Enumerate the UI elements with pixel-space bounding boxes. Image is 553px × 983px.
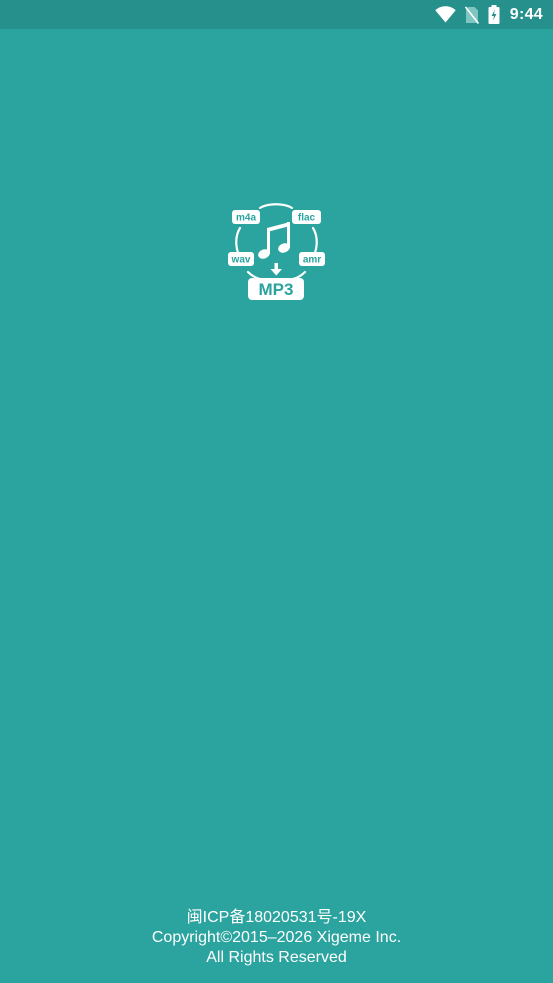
no-sim-icon [464,6,479,24]
format-badge-flac: flac [292,210,321,224]
svg-text:flac: flac [298,213,316,224]
arrow-down-icon [270,263,282,276]
logo-ring-bottom-right [291,270,307,281]
status-icons: 9:44 [435,4,543,25]
status-bar: 9:44 [0,0,553,29]
svg-text:wav: wav [231,255,251,266]
status-time: 9:44 [509,5,543,23]
rights-text: All Rights Reserved [206,949,347,966]
footer: 闽ICP备18020531号-19X Copyright©2015–2026 X… [0,908,553,968]
app-logo: m4a flac wav amr MP3 [228,203,325,300]
svg-text:m4a: m4a [236,213,256,224]
format-badge-m4a: m4a [232,210,260,224]
svg-text:MP3: MP3 [259,280,294,299]
wifi-icon [435,6,456,23]
svg-text:amr: amr [303,255,321,266]
target-format-badge: MP3 [248,278,304,300]
format-badge-wav: wav [228,252,254,266]
format-badge-amr: amr [299,252,325,266]
battery-charging-icon [488,5,500,24]
logo-ring-top [258,203,294,210]
logo-ring-bottom-left [246,270,262,281]
music-note-icon [258,222,290,259]
icp-license-text: 闽ICP备18020531号-19X [186,909,367,926]
copyright-text: Copyright©2015–2026 Xigeme Inc. [151,929,402,946]
